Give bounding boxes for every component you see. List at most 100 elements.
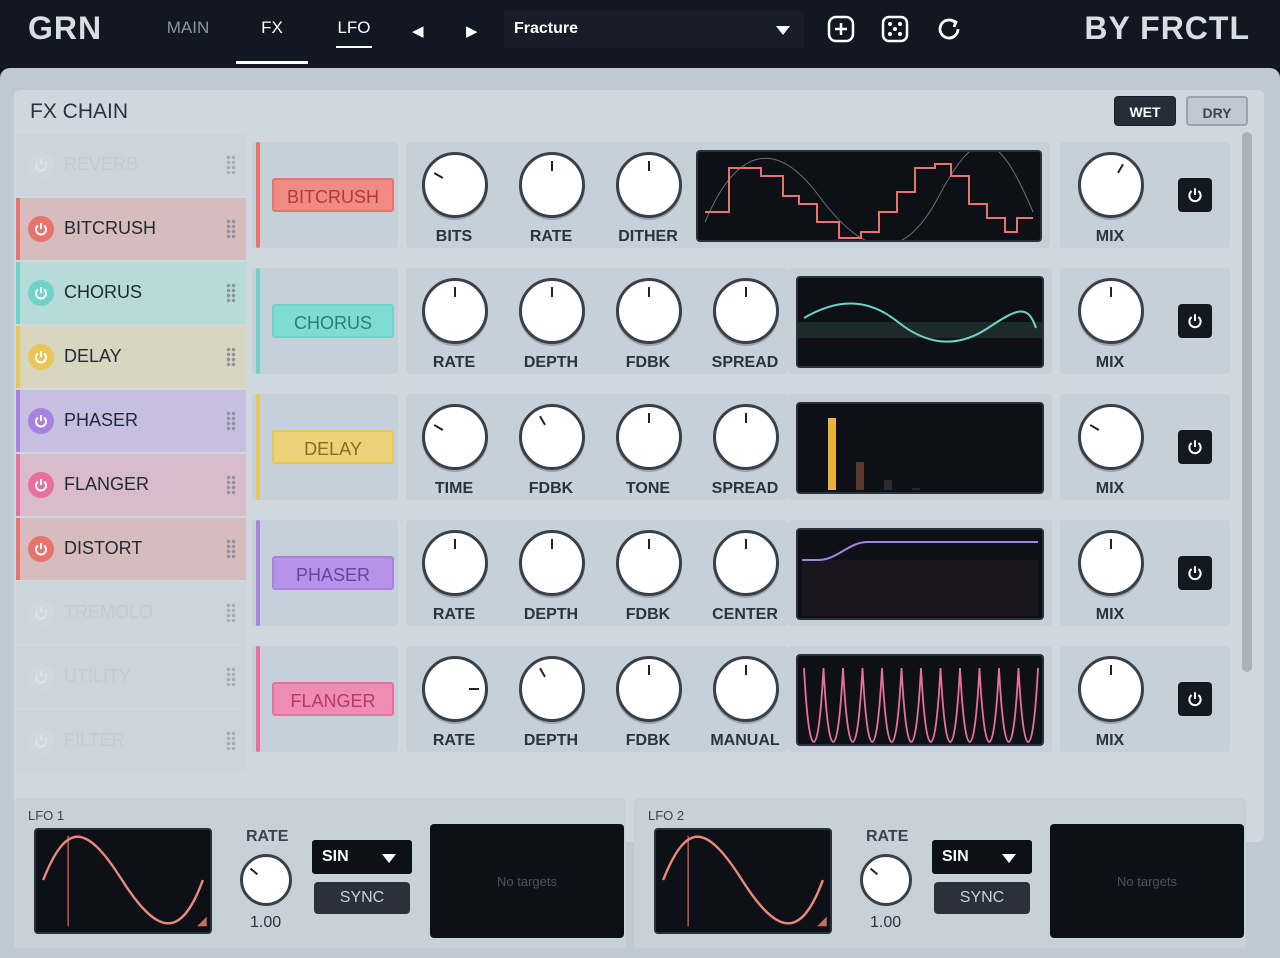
knob-dial[interactable] xyxy=(616,656,682,722)
fx-power-button[interactable] xyxy=(1178,556,1212,590)
tab-lfo[interactable]: LFO xyxy=(336,18,372,64)
power-icon[interactable] xyxy=(28,472,54,498)
knob-fdbk[interactable]: FDBK xyxy=(612,528,684,624)
fx-name-button[interactable]: FLANGER xyxy=(272,682,394,716)
knob-dial[interactable] xyxy=(519,404,585,470)
power-icon[interactable] xyxy=(28,728,54,754)
knob-dial[interactable] xyxy=(1078,278,1144,344)
knob-dial[interactable] xyxy=(1078,530,1144,596)
knob-dial[interactable] xyxy=(1078,404,1144,470)
knob-mix[interactable]: MIX xyxy=(1074,276,1146,372)
knob-mix[interactable]: MIX xyxy=(1074,528,1146,624)
power-icon[interactable] xyxy=(28,280,54,306)
knob-dial[interactable] xyxy=(422,530,488,596)
fx-power-button[interactable] xyxy=(1178,304,1212,338)
power-icon[interactable] xyxy=(28,152,54,178)
knob-dial[interactable] xyxy=(422,656,488,722)
knob-dial[interactable] xyxy=(713,404,779,470)
knob-dial[interactable] xyxy=(519,530,585,596)
drag-handle-icon[interactable] xyxy=(226,411,236,431)
lfo-1-shape-dropdown[interactable]: SIN xyxy=(312,840,412,874)
knob-depth[interactable]: DEPTH xyxy=(515,654,587,750)
fx-slot-phaser[interactable]: PHASER xyxy=(16,390,246,452)
lfo-1-rate-knob[interactable] xyxy=(240,854,292,906)
knob-dial[interactable] xyxy=(519,656,585,722)
fx-name-button[interactable]: DELAY xyxy=(272,430,394,464)
knob-dial[interactable] xyxy=(422,404,488,470)
fx-slot-chorus[interactable]: CHORUS xyxy=(16,262,246,324)
fx-power-button[interactable] xyxy=(1178,178,1212,212)
knob-rate[interactable]: RATE xyxy=(418,276,490,372)
fx-name-button[interactable]: PHASER xyxy=(272,556,394,590)
knob-manual[interactable]: MANUAL xyxy=(709,654,781,750)
drag-handle-icon[interactable] xyxy=(226,731,236,751)
fx-slot-reverb[interactable]: REVERB xyxy=(16,134,246,196)
fx-slot-bitcrush[interactable]: BITCRUSH xyxy=(16,198,246,260)
knob-center[interactable]: CENTER xyxy=(709,528,781,624)
knob-mix[interactable]: MIX xyxy=(1074,402,1146,498)
knob-dial[interactable] xyxy=(616,404,682,470)
knob-dial[interactable] xyxy=(616,152,682,218)
dice-icon[interactable] xyxy=(880,14,910,44)
drag-handle-icon[interactable] xyxy=(226,539,236,559)
power-icon[interactable] xyxy=(28,216,54,242)
fx-power-button[interactable] xyxy=(1178,682,1212,716)
power-icon[interactable] xyxy=(28,408,54,434)
knob-dial[interactable] xyxy=(1078,152,1144,218)
tab-fx[interactable]: FX xyxy=(236,18,308,64)
knob-dither[interactable]: DITHER xyxy=(612,150,684,246)
knob-rate[interactable]: RATE xyxy=(418,654,490,750)
knob-tone[interactable]: TONE xyxy=(612,402,684,498)
drag-handle-icon[interactable] xyxy=(226,667,236,687)
power-icon[interactable] xyxy=(28,536,54,562)
knob-rate[interactable]: RATE xyxy=(418,528,490,624)
knob-dial[interactable] xyxy=(422,152,488,218)
knob-bits[interactable]: BITS xyxy=(418,150,490,246)
fx-slot-delay[interactable]: DELAY xyxy=(16,326,246,388)
lfo-2-rate-knob[interactable] xyxy=(860,854,912,906)
knob-time[interactable]: TIME xyxy=(418,402,490,498)
lfo-2-sync-button[interactable]: SYNC xyxy=(934,882,1030,914)
fx-name-button[interactable]: BITCRUSH xyxy=(272,178,394,212)
knob-fdbk[interactable]: FDBK xyxy=(612,276,684,372)
dry-button[interactable]: DRY xyxy=(1186,96,1248,126)
scrollbar[interactable] xyxy=(1242,132,1252,672)
fx-slot-filter[interactable]: FILTER xyxy=(16,710,246,772)
knob-mix[interactable]: MIX xyxy=(1074,150,1146,246)
knob-dial[interactable] xyxy=(713,278,779,344)
knob-mix[interactable]: MIX xyxy=(1074,654,1146,750)
drag-handle-icon[interactable] xyxy=(226,603,236,623)
prev-arrow-icon[interactable]: ◀ xyxy=(412,22,424,40)
fx-slot-flanger[interactable]: FLANGER xyxy=(16,454,246,516)
drag-handle-icon[interactable] xyxy=(226,347,236,367)
knob-depth[interactable]: DEPTH xyxy=(515,528,587,624)
knob-dial[interactable] xyxy=(422,278,488,344)
tab-main[interactable]: MAIN xyxy=(164,18,212,64)
fx-slot-tremolo[interactable]: TREMOLO xyxy=(16,582,246,644)
knob-depth[interactable]: DEPTH xyxy=(515,276,587,372)
knob-fdbk[interactable]: FDBK xyxy=(612,654,684,750)
knob-dial[interactable] xyxy=(519,278,585,344)
fx-name-button[interactable]: CHORUS xyxy=(272,304,394,338)
power-icon[interactable] xyxy=(28,600,54,626)
fx-power-button[interactable] xyxy=(1178,430,1212,464)
preset-dropdown[interactable]: Fracture xyxy=(504,10,804,48)
fx-slot-utility[interactable]: UTILITY xyxy=(16,646,246,708)
refresh-icon[interactable] xyxy=(934,14,964,44)
knob-dial[interactable] xyxy=(713,656,779,722)
knob-dial[interactable] xyxy=(1078,656,1144,722)
knob-spread[interactable]: SPREAD xyxy=(709,276,781,372)
fx-slot-distort[interactable]: DISTORT xyxy=(16,518,246,580)
knob-rate[interactable]: RATE xyxy=(515,150,587,246)
drag-handle-icon[interactable] xyxy=(226,475,236,495)
knob-dial[interactable] xyxy=(616,530,682,596)
knob-dial[interactable] xyxy=(519,152,585,218)
drag-handle-icon[interactable] xyxy=(226,283,236,303)
knob-dial[interactable] xyxy=(616,278,682,344)
wet-button[interactable]: WET xyxy=(1114,96,1176,126)
drag-handle-icon[interactable] xyxy=(226,155,236,175)
next-arrow-icon[interactable]: ▶ xyxy=(466,22,478,40)
knob-dial[interactable] xyxy=(713,530,779,596)
lfo-1-sync-button[interactable]: SYNC xyxy=(314,882,410,914)
power-icon[interactable] xyxy=(28,664,54,690)
